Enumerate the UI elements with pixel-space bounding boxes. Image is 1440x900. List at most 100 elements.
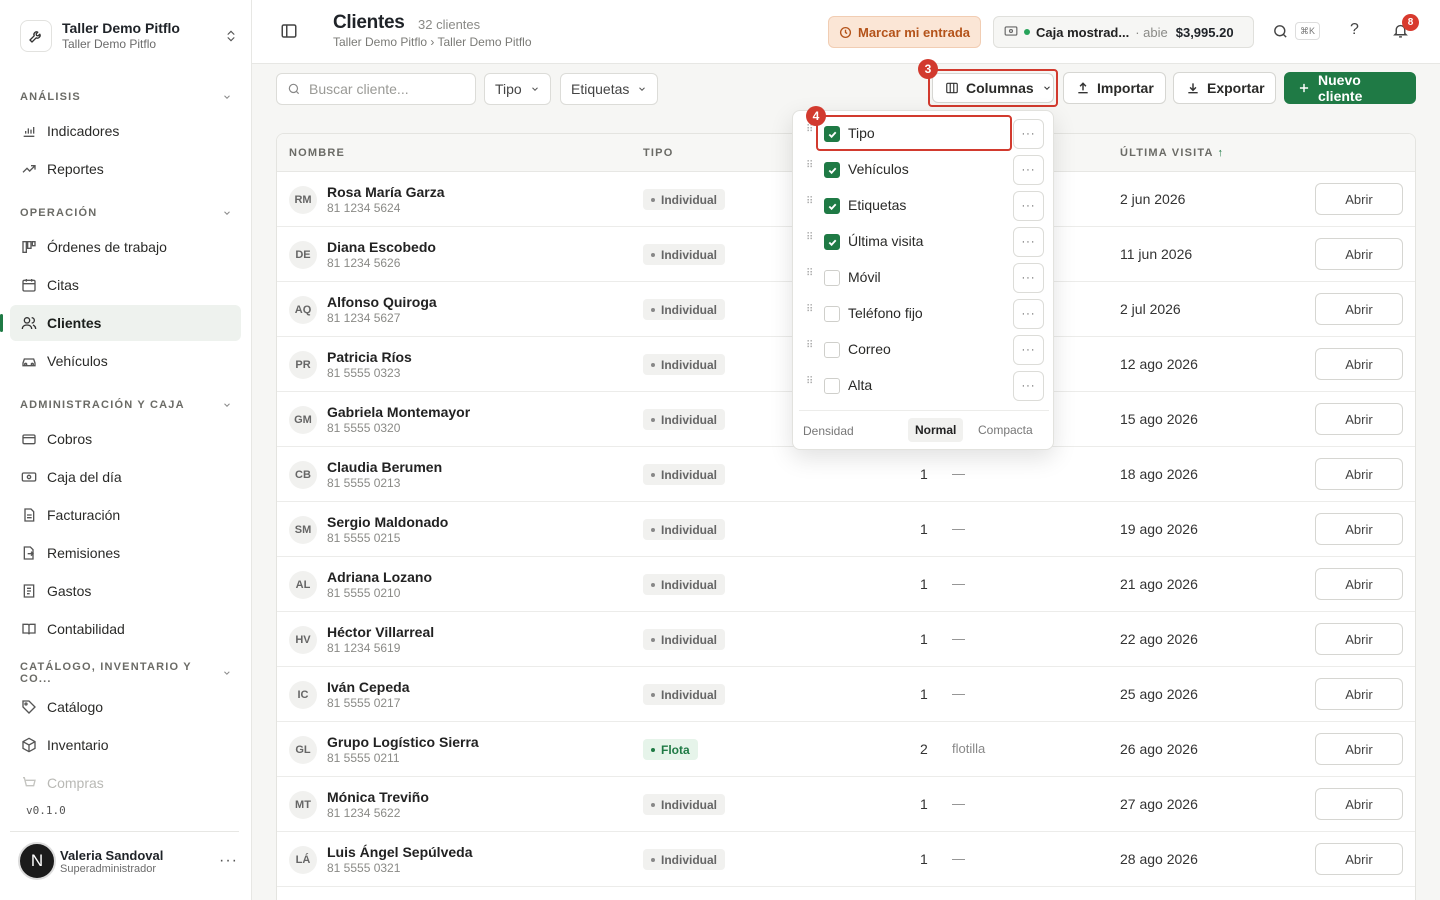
more-icon[interactable]: ··· <box>1013 299 1044 329</box>
sidebar-item-remisiones[interactable]: Remisiones <box>10 535 241 571</box>
user-menu[interactable]: N Valeria Sandoval Superadministrador ··… <box>18 840 238 882</box>
client-name[interactable]: Iván Cepeda <box>327 679 409 695</box>
sidebar-item-inventario[interactable]: Inventario <box>10 727 241 763</box>
client-name[interactable]: Mónica Treviño <box>327 789 429 805</box>
nuevo-cliente-button[interactable]: Nuevo cliente <box>1284 72 1416 104</box>
tipo-filter[interactable]: Tipo <box>484 73 551 105</box>
client-name[interactable]: Sergio Maldonado <box>327 514 448 530</box>
client-name[interactable]: Rosa María Garza <box>327 184 445 200</box>
section-catalogo[interactable]: CATÁLOGO, INVENTARIO Y CO... <box>20 661 232 685</box>
column-option[interactable]: ⠿ Correo ··· <box>793 332 1055 368</box>
abrir-button[interactable]: Abrir <box>1315 733 1403 765</box>
sidebar-item-clientes[interactable]: Clientes <box>0 305 241 341</box>
more-icon[interactable]: ··· <box>1013 191 1044 221</box>
abrir-button[interactable]: Abrir <box>1315 568 1403 600</box>
column-option[interactable]: ⠿ Vehículos ··· <box>793 152 1055 188</box>
abrir-button[interactable]: Abrir <box>1315 348 1403 380</box>
sidebar-item-indicadores[interactable]: Indicadores <box>10 113 241 149</box>
column-checkbox[interactable] <box>824 126 840 142</box>
column-checkbox[interactable] <box>824 162 840 178</box>
more-icon[interactable]: ··· <box>1013 227 1044 257</box>
client-name[interactable]: Diana Escobedo <box>327 239 436 255</box>
abrir-button[interactable]: Abrir <box>1315 458 1403 490</box>
abrir-button[interactable]: Abrir <box>1315 678 1403 710</box>
section-administracion[interactable]: ADMINISTRACIÓN Y CAJA <box>20 397 232 413</box>
column-option[interactable]: ⠿ Móvil ··· <box>793 260 1055 296</box>
exportar-button[interactable]: Exportar <box>1173 72 1276 104</box>
column-checkbox[interactable] <box>824 234 840 250</box>
client-name[interactable]: Alfonso Quiroga <box>327 294 437 310</box>
drag-handle-icon[interactable]: ⠿ <box>806 125 814 135</box>
drag-handle-icon[interactable]: ⠿ <box>806 377 814 387</box>
abrir-button[interactable]: Abrir <box>1315 623 1403 655</box>
column-checkbox[interactable] <box>824 270 840 286</box>
search-field[interactable] <box>276 73 476 105</box>
abrir-button[interactable]: Abrir <box>1315 238 1403 270</box>
sidebar-item-facturacion[interactable]: Facturación <box>10 497 241 533</box>
column-option[interactable]: ⠿ Última visita ··· <box>793 224 1055 260</box>
sidebar-item-catalogo[interactable]: Catálogo <box>10 689 241 725</box>
column-checkbox[interactable] <box>824 342 840 358</box>
density-compact-option[interactable]: Compacta <box>971 418 1040 442</box>
sidebar-item-gastos[interactable]: Gastos <box>10 573 241 609</box>
column-checkbox[interactable] <box>824 198 840 214</box>
sidebar-item-reportes[interactable]: Reportes <box>10 151 241 187</box>
density-normal-option[interactable]: Normal <box>908 418 964 442</box>
etiquetas-filter[interactable]: Etiquetas <box>560 73 659 105</box>
help-icon[interactable]: ? <box>1350 21 1359 39</box>
table-row[interactable]: GL Grupo Logístico Sierra 81 5555 0211 Flot… <box>277 722 1415 777</box>
sidebar-item-contabilidad[interactable]: Contabilidad <box>10 611 241 647</box>
column-option[interactable]: ⠿ Etiquetas ··· <box>793 188 1055 224</box>
abrir-button[interactable]: Abrir <box>1315 293 1403 325</box>
drag-handle-icon[interactable]: ⠿ <box>806 197 814 207</box>
column-checkbox[interactable] <box>824 378 840 394</box>
more-icon[interactable]: ··· <box>1013 263 1044 293</box>
sidebar-item-ordenes[interactable]: Órdenes de trabajo <box>10 229 241 265</box>
col-nombre[interactable]: NOMBRE <box>289 147 345 159</box>
drag-handle-icon[interactable]: ⠿ <box>806 305 814 315</box>
column-option[interactable]: ⠿ Tipo ··· <box>793 116 1055 152</box>
table-row[interactable]: IC Iván Cepeda 81 5555 0217 Individual 1 — 25 … <box>277 667 1415 722</box>
columnas-button[interactable]: Columnas <box>932 73 1054 103</box>
column-option[interactable]: ⠿ Alta ··· <box>793 368 1055 404</box>
workspace-switcher[interactable]: Taller Demo Pitflo Taller Demo Pitflo <box>20 18 240 54</box>
search-input[interactable] <box>309 81 459 97</box>
table-row[interactable]: LÁ Luis Ángel Sepúlveda 81 5555 0321 Indivi… <box>277 832 1415 887</box>
importar-button[interactable]: Importar <box>1063 72 1166 104</box>
client-name[interactable]: Luis Ángel Sepúlveda <box>327 844 472 860</box>
abrir-button[interactable]: Abrir <box>1315 843 1403 875</box>
abrir-button[interactable]: Abrir <box>1315 513 1403 545</box>
abrir-button[interactable]: Abrir <box>1315 183 1403 215</box>
sidebar-item-citas[interactable]: Citas <box>10 267 241 303</box>
sidebar-toggle-icon[interactable] <box>280 22 300 42</box>
drag-handle-icon[interactable]: ⠿ <box>806 233 814 243</box>
sidebar-item-compras[interactable]: Compras <box>10 765 241 801</box>
sidebar-item-vehiculos[interactable]: Vehículos <box>10 343 241 379</box>
more-icon[interactable]: ··· <box>1013 335 1044 365</box>
table-row[interactable]: MT Mónica Treviño 81 1234 5622 Individual 1 —… <box>277 777 1415 832</box>
column-checkbox[interactable] <box>824 306 840 322</box>
section-analisis[interactable]: ANÁLISIS <box>20 89 232 105</box>
marcar-entrada-button[interactable]: Marcar mi entrada <box>828 16 981 48</box>
more-icon[interactable]: ··· <box>219 852 238 870</box>
col-ultima-visita[interactable]: ÚLTIMA VISITA ↑ <box>1120 147 1224 159</box>
client-name[interactable]: Patricia Ríos <box>327 349 412 365</box>
client-name[interactable]: Adriana Lozano <box>327 569 432 585</box>
client-name[interactable]: Grupo Logístico Sierra <box>327 734 479 750</box>
sidebar-item-cobros[interactable]: Cobros <box>10 421 241 457</box>
table-row[interactable]: CB Claudia Berumen 81 5555 0213 Individual 1… <box>277 447 1415 502</box>
sidebar-item-caja[interactable]: Caja del día <box>10 459 241 495</box>
search-icon[interactable] <box>1272 23 1290 41</box>
client-name[interactable]: Héctor Villarreal <box>327 624 434 640</box>
drag-handle-icon[interactable]: ⠿ <box>806 161 814 171</box>
more-icon[interactable]: ··· <box>1013 155 1044 185</box>
more-icon[interactable]: ··· <box>1013 119 1044 149</box>
abrir-button[interactable]: Abrir <box>1315 788 1403 820</box>
more-icon[interactable]: ··· <box>1013 371 1044 401</box>
col-tipo[interactable]: TIPO <box>643 147 673 159</box>
drag-handle-icon[interactable]: ⠿ <box>806 341 814 351</box>
column-option[interactable]: ⠿ Teléfono fijo ··· <box>793 296 1055 332</box>
table-row[interactable]: HV Héctor Villarreal 81 1234 5619 Individua… <box>277 612 1415 667</box>
client-name[interactable]: Gabriela Montemayor <box>327 404 470 420</box>
section-operacion[interactable]: OPERACIÓN <box>20 205 232 221</box>
